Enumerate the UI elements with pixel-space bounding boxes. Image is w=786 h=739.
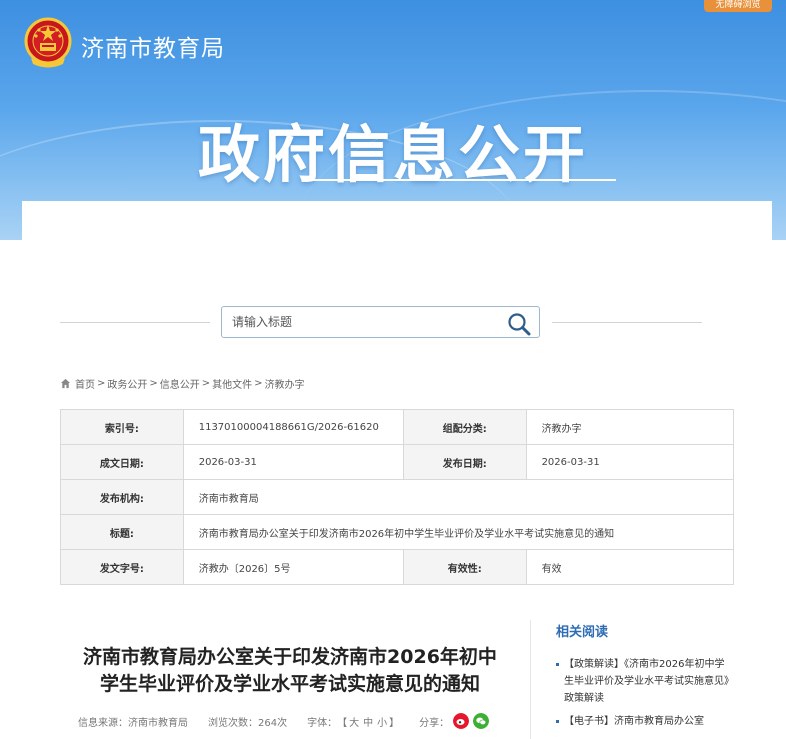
table-row: 标题: 济南市教育局办公室关于印发济南市2026年初中学生毕业评价及学业水平考试… bbox=[60, 514, 735, 550]
table-row: 发布机构: 济南市教育局 bbox=[60, 479, 735, 515]
breadcrumb-separator: > bbox=[201, 378, 211, 389]
related-item[interactable]: 【电子书】济南市教育局办公室 bbox=[556, 713, 732, 730]
share-label: 分享： bbox=[419, 717, 450, 729]
meta-value-validity: 有效 bbox=[525, 549, 735, 585]
search-icon[interactable] bbox=[506, 311, 532, 337]
search-divider-right bbox=[552, 322, 702, 323]
search-input[interactable] bbox=[232, 313, 492, 331]
source-value: 济南市教育局 bbox=[128, 717, 188, 729]
wechat-icon[interactable] bbox=[473, 713, 490, 729]
table-row: 成文日期: 2026-03-31 发布日期: 2026-03-31 bbox=[60, 444, 735, 480]
related-item[interactable]: 【政策解读】《济南市2026年初中学生毕业评价及学业水平考试实施意见》政策解读 bbox=[556, 656, 732, 707]
sidebar-divider bbox=[530, 620, 531, 739]
meta-key-publisher: 发布机构: bbox=[60, 479, 184, 515]
table-row: 索引号: 11370100004188661G/2026-61620 组配分类:… bbox=[60, 409, 735, 445]
breadcrumb-home[interactable]: 首页 bbox=[75, 376, 95, 391]
site-name[interactable]: 济南市教育局 bbox=[81, 29, 225, 63]
home-icon bbox=[60, 378, 71, 389]
views-value: 264次 bbox=[258, 717, 288, 729]
table-row: 发文字号: 济教办〔2026〕5号 有效性: 有效 bbox=[60, 549, 735, 585]
meta-key-category: 组配分类: bbox=[402, 409, 527, 445]
meta-value-title: 济南市教育局办公室关于印发济南市2026年初中学生毕业评价及学业水平考试实施意见… bbox=[182, 514, 735, 550]
font-bracket-open: 【 bbox=[337, 717, 348, 729]
search-divider-left bbox=[60, 322, 210, 323]
meta-value-index: 11370100004188661G/2026-61620 bbox=[182, 409, 404, 445]
weibo-icon[interactable] bbox=[453, 713, 470, 729]
font-bracket-close: 】 bbox=[389, 717, 400, 729]
breadcrumb-info-disclosure[interactable]: 信息公开 bbox=[160, 376, 200, 391]
font-size-controls: 【大中小】 bbox=[337, 714, 399, 729]
meta-value-doc-number: 济教办〔2026〕5号 bbox=[182, 549, 404, 585]
meta-value-publisher: 济南市教育局 bbox=[182, 479, 735, 515]
meta-value-category: 济教办字 bbox=[525, 409, 735, 445]
font-size-label: 字体： bbox=[307, 717, 338, 729]
article-title: 济南市教育局办公室关于印发济南市2026年初中 学生毕业评价及学业水平考试实施意… bbox=[60, 644, 520, 698]
related-reading-list: 【政策解读】《济南市2026年初中学生毕业评价及学业水平考试实施意见》政策解读 … bbox=[556, 656, 732, 736]
meta-value-publish-date: 2026-03-31 bbox=[525, 444, 735, 480]
breadcrumb-government-affairs[interactable]: 政务公开 bbox=[107, 376, 147, 391]
accessible-browse-button[interactable]: 无障碍浏览 bbox=[704, 0, 772, 12]
views-label: 浏览次数： bbox=[208, 717, 258, 729]
national-emblem-icon bbox=[24, 17, 72, 68]
meta-key-index: 索引号: bbox=[60, 409, 184, 445]
breadcrumb-separator: > bbox=[149, 378, 158, 389]
article-title-line1: 济南市教育局办公室关于印发济南市2026年初中 bbox=[83, 646, 497, 668]
source-label: 信息来源： bbox=[78, 717, 128, 729]
breadcrumb-separator: > bbox=[97, 378, 106, 389]
meta-key-publish-date: 发布日期: bbox=[402, 444, 527, 480]
article-meta: 信息来源： 济南市教育局 浏览次数： 264次 字体： 【大中小】 分享： bbox=[78, 713, 490, 729]
font-large-button[interactable]: 大 bbox=[349, 718, 359, 729]
search-box bbox=[221, 306, 540, 338]
breadcrumb-other-documents[interactable]: 其他文件 bbox=[212, 376, 252, 391]
font-small-button[interactable]: 小 bbox=[377, 718, 387, 729]
meta-key-title: 标题: bbox=[60, 514, 184, 550]
related-reading-title: 相关阅读 bbox=[556, 625, 609, 640]
breadcrumb-separator: > bbox=[254, 378, 263, 389]
meta-key-written-date: 成文日期: bbox=[60, 444, 184, 480]
font-medium-button[interactable]: 中 bbox=[363, 718, 373, 729]
breadcrumb-jijiaoban[interactable]: 济教办字 bbox=[265, 376, 305, 391]
document-meta-table: 索引号: 11370100004188661G/2026-61620 组配分类:… bbox=[60, 409, 735, 585]
banner-underline bbox=[310, 179, 616, 181]
meta-value-written-date: 2026-03-31 bbox=[182, 444, 404, 480]
meta-key-doc-number: 发文字号: bbox=[60, 549, 184, 585]
article-title-line2: 学生毕业评价及学业水平考试实施意见的通知 bbox=[99, 673, 480, 695]
meta-key-validity: 有效性: bbox=[402, 549, 527, 585]
breadcrumb: 首页 > 政务公开 > 信息公开 > 其他文件 > 济教办字 bbox=[60, 376, 305, 391]
